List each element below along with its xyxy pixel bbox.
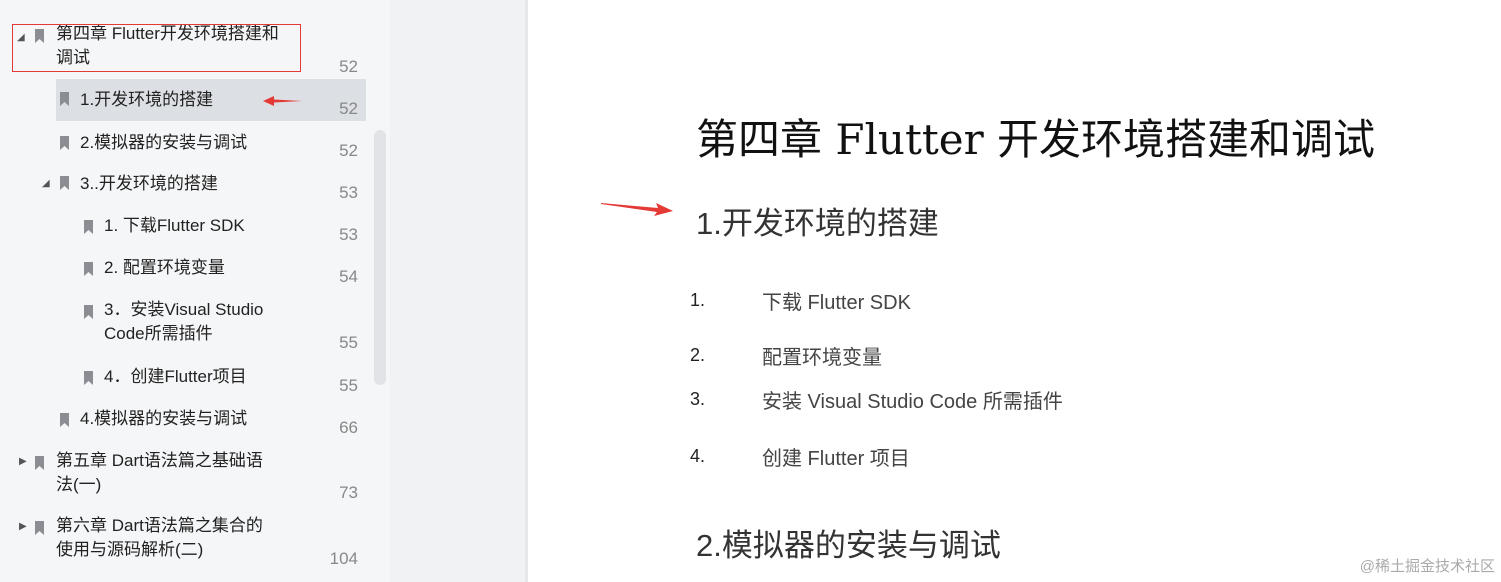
watermark: @稀土掘金技术社区 bbox=[1359, 558, 1495, 575]
bookmark-item-emulator-2[interactable]: 4.模拟器的安装与调试 66 bbox=[0, 398, 370, 440]
bookmark-item-emulator[interactable]: 2.模拟器的安装与调试 52 bbox=[0, 121, 370, 163]
annotation-box bbox=[12, 24, 301, 72]
bookmark-label: 3．安装Visual Studio Code所需插件 bbox=[104, 300, 264, 343]
list-item-text: 安装 Visual Studio Code 所需插件 bbox=[762, 391, 1063, 413]
bookmark-item-dev-env[interactable]: 1.开发环境的搭建 52 bbox=[0, 79, 370, 121]
list-item-text: 配置环境变量 bbox=[762, 347, 882, 369]
list-item-number: 4. bbox=[690, 446, 706, 466]
bookmark-page: 54 bbox=[339, 267, 358, 286]
bookmark-item-chapter-6[interactable]: ▶ 第六章 Dart语法篇之集合的使用与源码解析(二) 104 bbox=[0, 514, 370, 574]
collapsed-triangle-icon[interactable]: ▶ bbox=[19, 457, 27, 467]
list-item-number: 3. bbox=[690, 389, 706, 409]
bookmark-icon bbox=[60, 92, 69, 106]
bookmark-icon bbox=[84, 371, 93, 385]
list-item-text: 下载 Flutter SDK bbox=[762, 292, 911, 314]
bookmark-label: 第五章 Dart语法篇之基础语法(一) bbox=[56, 451, 263, 494]
bookmark-icon bbox=[84, 305, 93, 319]
document-page: 第四章 Flutter 开发环境搭建和调试 1.开发环境的搭建 1. 下载 Fl… bbox=[528, 0, 1501, 582]
bookmark-label: 1. 下载Flutter SDK bbox=[104, 216, 245, 235]
list-item-number: 1. bbox=[690, 290, 706, 310]
bookmark-page: 55 bbox=[339, 376, 358, 395]
bookmark-page: 55 bbox=[339, 333, 358, 352]
bookmark-label: 2. 配置环境变量 bbox=[104, 258, 225, 277]
bookmark-page: 73 bbox=[339, 483, 358, 502]
bookmark-label: 1.开发环境的搭建 bbox=[80, 90, 214, 109]
chapter-title: 第四章 Flutter 开发环境搭建和调试 bbox=[696, 115, 1376, 164]
sidebar-scrollbar[interactable] bbox=[374, 130, 386, 385]
bookmark-page: 52 bbox=[339, 99, 358, 118]
bookmark-label: 2.模拟器的安装与调试 bbox=[80, 133, 248, 152]
bookmark-item-env-vars[interactable]: 2. 配置环境变量 54 bbox=[0, 247, 370, 289]
section-heading-2: 2.模拟器的安装与调试 bbox=[696, 528, 1001, 563]
bookmark-label: 第六章 Dart语法篇之集合的使用与源码解析(二) bbox=[56, 516, 263, 559]
bookmark-icon bbox=[60, 136, 69, 150]
bookmark-page: 52 bbox=[339, 141, 358, 160]
bookmark-item-chapter-5[interactable]: ▶ 第五章 Dart语法篇之基础语法(一) 73 bbox=[0, 449, 370, 509]
bookmark-label: 4.模拟器的安装与调试 bbox=[80, 409, 248, 428]
bookmark-icon bbox=[60, 413, 69, 427]
bookmark-item-dev-env-2[interactable]: ◢ 3..开发环境的搭建 53 bbox=[0, 163, 370, 205]
list-item-number: 2. bbox=[690, 345, 706, 365]
bookmark-page: 53 bbox=[339, 225, 358, 244]
bookmark-icon bbox=[84, 220, 93, 234]
list-item-text: 创建 Flutter 项目 bbox=[762, 448, 910, 470]
section-heading-1: 1.开发环境的搭建 bbox=[696, 206, 939, 241]
expanded-triangle-icon[interactable]: ◢ bbox=[42, 179, 50, 189]
bookmark-icon bbox=[35, 456, 44, 470]
collapsed-triangle-icon[interactable]: ▶ bbox=[19, 522, 27, 532]
bookmark-item-vscode-plugins[interactable]: 3．安装Visual Studio Code所需插件 55 bbox=[0, 298, 370, 358]
bookmark-page: 104 bbox=[329, 549, 358, 568]
bookmark-page: 52 bbox=[339, 57, 358, 76]
annotation-arrow-icon bbox=[601, 203, 673, 216]
bookmark-label: 3..开发环境的搭建 bbox=[80, 174, 218, 193]
annotation-arrow-icon bbox=[263, 96, 302, 106]
bookmark-page: 53 bbox=[339, 183, 358, 202]
bookmark-page: 66 bbox=[339, 418, 358, 437]
bookmark-label: 4．创建Flutter项目 bbox=[104, 367, 247, 386]
bookmark-item-create-project[interactable]: 4．创建Flutter项目 55 bbox=[0, 356, 370, 398]
bookmark-icon bbox=[60, 176, 69, 190]
bookmark-item-download-sdk[interactable]: 1. 下载Flutter SDK 53 bbox=[0, 205, 370, 247]
bookmark-icon bbox=[35, 521, 44, 535]
bookmark-icon bbox=[84, 262, 93, 276]
panel-divider bbox=[390, 0, 528, 582]
bookmark-sidebar: ◢ 第四章 Flutter开发环境搭建和调试 52 1.开发环境的搭建 52 2… bbox=[0, 0, 390, 582]
